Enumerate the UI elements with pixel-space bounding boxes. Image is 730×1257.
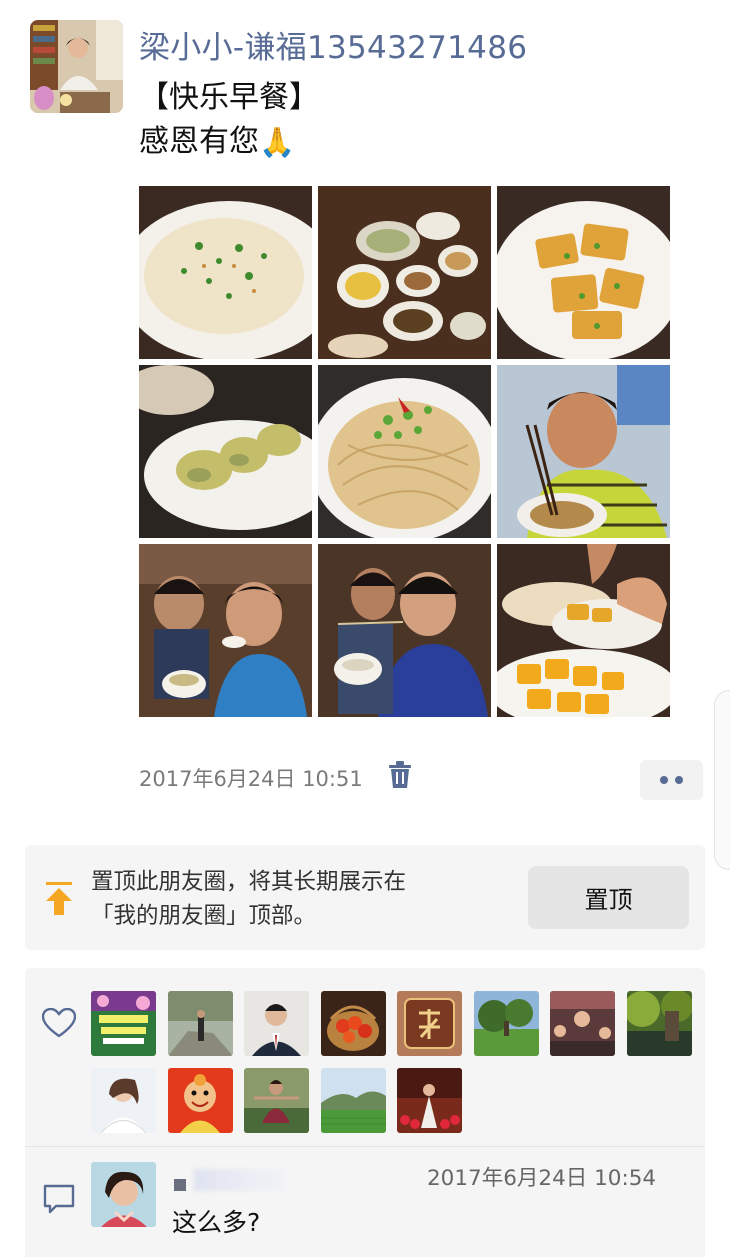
liker-avatar[interactable]	[473, 991, 539, 1056]
pin-description: 置顶此朋友圈，将其长期展示在 「我的朋友圈」顶部。	[91, 865, 406, 933]
side-scroll-handle[interactable]	[714, 690, 730, 870]
trash-icon[interactable]	[388, 761, 412, 789]
post-text-body-label: 感恩有您	[139, 124, 259, 159]
photo-table-spread[interactable]	[318, 186, 491, 359]
more-actions-button[interactable]	[640, 760, 703, 800]
pin-to-top-icon	[46, 882, 72, 915]
commenter-name-blurred[interactable]	[172, 1165, 284, 1195]
liker-avatar[interactable]	[397, 1068, 462, 1133]
pin-button[interactable]: 置顶	[528, 866, 689, 929]
post-text-body: 感恩有您🙏	[139, 122, 295, 162]
post-timestamp: 2017年6月24日 10:51	[139, 767, 363, 791]
comment-timestamp: 2017年6月24日 10:54	[427, 1166, 657, 1191]
interactions-divider	[25, 1146, 705, 1147]
liker-avatars	[91, 991, 696, 1133]
comment-bubble-icon	[43, 1184, 75, 1214]
liker-avatar[interactable]	[397, 991, 462, 1056]
photo-boy-soup[interactable]	[139, 544, 312, 717]
liker-avatar[interactable]	[167, 1068, 233, 1133]
liker-avatar[interactable]	[626, 991, 692, 1056]
liker-avatar[interactable]	[91, 991, 156, 1056]
photo-boys-table[interactable]	[318, 544, 491, 717]
liker-avatar[interactable]	[550, 991, 615, 1056]
photo-rice-noodles[interactable]	[139, 186, 312, 359]
photo-grid	[139, 186, 672, 717]
photo-dumplings[interactable]	[139, 365, 312, 538]
liker-avatar[interactable]	[167, 991, 233, 1056]
liker-avatar[interactable]	[91, 1068, 156, 1133]
more-dot-icon	[675, 776, 683, 784]
name-blur-block	[194, 1169, 284, 1191]
author-avatar[interactable]	[30, 20, 123, 113]
pin-to-top-panel: 置顶此朋友圈，将其长期展示在 「我的朋友圈」顶部。 置顶	[25, 845, 705, 950]
post-text-title: 【快乐早餐】	[139, 80, 319, 115]
photo-noodles[interactable]	[318, 365, 491, 538]
photo-fruit-plates[interactable]	[497, 544, 670, 717]
more-dot-icon	[660, 776, 668, 784]
name-blur-block	[174, 1179, 186, 1191]
comment-text[interactable]: 这么多?	[172, 1203, 260, 1239]
liker-avatar[interactable]	[244, 1068, 309, 1133]
liker-avatar[interactable]	[244, 991, 309, 1056]
photo-child-eating[interactable]	[497, 365, 670, 538]
photo-tofu[interactable]	[497, 186, 670, 359]
commenter-avatar[interactable]	[91, 1162, 156, 1227]
author-name[interactable]: 梁小小-谦福13543271486	[139, 22, 527, 67]
pin-description-line2: 「我的朋友圈」顶部。	[91, 903, 317, 929]
pin-description-line1: 置顶此朋友圈，将其长期展示在	[91, 869, 407, 895]
pray-emoji-icon: 🙏	[259, 125, 296, 159]
heart-outline-icon	[42, 1008, 76, 1038]
liker-avatar[interactable]	[320, 991, 386, 1056]
liker-avatar[interactable]	[320, 1068, 386, 1133]
